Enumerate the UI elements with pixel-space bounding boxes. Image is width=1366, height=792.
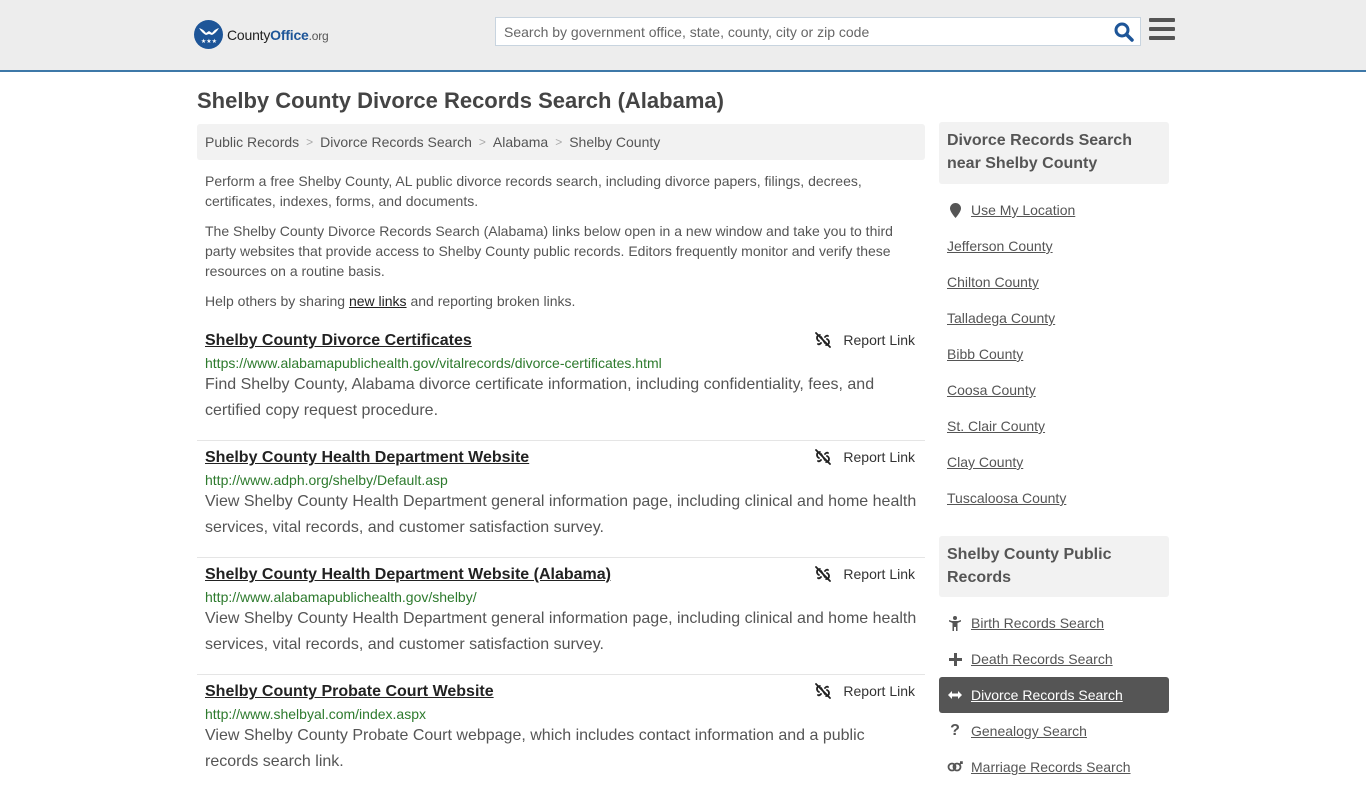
nearby-county-item: St. Clair County bbox=[939, 408, 1169, 444]
result-url: https://www.alabamapublichealth.gov/vita… bbox=[205, 355, 662, 371]
result-title-link[interactable]: Shelby County Probate Court Website bbox=[205, 682, 494, 702]
nearby-county-link[interactable]: Jefferson County bbox=[947, 238, 1053, 254]
public-records-item-death[interactable]: Death Records Search bbox=[939, 641, 1169, 677]
report-link-button[interactable]: Report Link bbox=[815, 449, 915, 465]
nearby-county-item: Chilton County bbox=[939, 264, 1169, 300]
hamburger-menu-icon[interactable] bbox=[1149, 18, 1175, 42]
result-item: Shelby County Health Department Website … bbox=[197, 558, 925, 675]
result-item: Shelby County Divorce Certificates Repor… bbox=[197, 324, 925, 441]
venus-mars-icon bbox=[947, 760, 963, 774]
public-records-item-divorce[interactable]: Divorce Records Search bbox=[939, 677, 1169, 713]
result-item: Shelby County Health Department Website … bbox=[197, 441, 925, 558]
public-records-link[interactable]: Genealogy Search bbox=[971, 723, 1087, 739]
intro-paragraph-2: The Shelby County Divorce Records Search… bbox=[205, 223, 893, 279]
eagle-stars-icon: ★★★ bbox=[194, 20, 223, 49]
nearby-county-link[interactable]: Chilton County bbox=[947, 274, 1039, 290]
search-input[interactable] bbox=[496, 18, 1106, 45]
logo[interactable]: ★★★ CountyOffice.org bbox=[194, 20, 329, 49]
breadcrumb: Public Records > Divorce Records Search … bbox=[197, 124, 925, 160]
breadcrumb-separator: > bbox=[306, 135, 314, 149]
public-records-link[interactable]: Birth Records Search bbox=[971, 615, 1104, 631]
nearby-county-link[interactable]: Tuscaloosa County bbox=[947, 490, 1066, 506]
public-records-list: Birth Records Search Death Records Searc… bbox=[939, 605, 1169, 785]
result-description: Find Shelby County, Alabama divorce cert… bbox=[205, 376, 875, 419]
result-url: http://www.alabamapublichealth.gov/shelb… bbox=[205, 589, 477, 605]
use-my-location: Use My Location bbox=[939, 192, 1169, 228]
intro-paragraph-3: Help others by sharing new links and rep… bbox=[205, 293, 576, 309]
arrows-h-icon bbox=[947, 690, 963, 700]
nearby-county-link[interactable]: Talladega County bbox=[947, 310, 1055, 326]
public-records-heading: Shelby County Public Records bbox=[939, 536, 1169, 597]
question-icon: ? bbox=[950, 722, 960, 739]
result-item: Shelby County Probate Court Website Repo… bbox=[197, 675, 925, 792]
results-list: Shelby County Divorce Certificates Repor… bbox=[197, 324, 925, 792]
search-bar bbox=[495, 17, 1141, 46]
breadcrumb-separator: > bbox=[478, 135, 486, 149]
breadcrumb-divorce-records-search[interactable]: Divorce Records Search bbox=[320, 134, 472, 150]
intro-text: Perform a free Shelby County, AL public … bbox=[205, 171, 917, 321]
report-link-label: Report Link bbox=[843, 566, 915, 582]
nearby-county-item: Jefferson County bbox=[939, 228, 1169, 264]
public-records-item-marriage[interactable]: Marriage Records Search bbox=[939, 749, 1169, 785]
map-marker-icon bbox=[947, 202, 963, 218]
site-header: ★★★ CountyOffice.org bbox=[0, 0, 1366, 72]
breadcrumb-separator: > bbox=[555, 135, 563, 149]
report-link-label: Report Link bbox=[843, 683, 915, 699]
nearby-county-link[interactable]: Clay County bbox=[947, 454, 1023, 470]
logo-text: CountyOffice.org bbox=[227, 26, 329, 43]
broken-link-icon bbox=[815, 332, 832, 348]
public-records-link[interactable]: Divorce Records Search bbox=[971, 687, 1123, 703]
use-my-location-link[interactable]: Use My Location bbox=[971, 202, 1075, 218]
search-icon[interactable] bbox=[1114, 22, 1134, 42]
breadcrumb-public-records[interactable]: Public Records bbox=[205, 134, 299, 150]
public-records-item-birth[interactable]: Birth Records Search bbox=[939, 605, 1169, 641]
new-links-link[interactable]: new links bbox=[349, 293, 407, 309]
result-url: http://www.adph.org/shelby/Default.asp bbox=[205, 472, 448, 488]
nearby-county-item: Coosa County bbox=[939, 372, 1169, 408]
result-title-link[interactable]: Shelby County Health Department Website … bbox=[205, 565, 611, 585]
breadcrumb-alabama[interactable]: Alabama bbox=[493, 134, 548, 150]
report-link-label: Report Link bbox=[843, 449, 915, 465]
plus-icon bbox=[947, 652, 963, 666]
broken-link-icon bbox=[815, 566, 832, 582]
result-description: View Shelby County Probate Court webpage… bbox=[205, 727, 865, 770]
child-icon bbox=[947, 615, 963, 631]
result-title-link[interactable]: Shelby County Health Department Website bbox=[205, 448, 529, 468]
nearby-county-item: Bibb County bbox=[939, 336, 1169, 372]
broken-link-icon bbox=[815, 683, 832, 699]
result-title-link[interactable]: Shelby County Divorce Certificates bbox=[205, 331, 472, 351]
result-description: View Shelby County Health Department gen… bbox=[205, 493, 917, 536]
report-link-button[interactable]: Report Link bbox=[815, 566, 915, 582]
page-title: Shelby County Divorce Records Search (Al… bbox=[197, 88, 724, 113]
report-link-button[interactable]: Report Link bbox=[815, 683, 915, 699]
result-url: http://www.shelbyal.com/index.aspx bbox=[205, 706, 426, 722]
public-records-link[interactable]: Death Records Search bbox=[971, 651, 1113, 667]
svg-text:★★★: ★★★ bbox=[200, 38, 216, 45]
report-link-label: Report Link bbox=[843, 332, 915, 348]
public-records-item-genealogy[interactable]: ? Genealogy Search bbox=[939, 713, 1169, 749]
public-records-link[interactable]: Marriage Records Search bbox=[971, 759, 1131, 775]
report-link-button[interactable]: Report Link bbox=[815, 332, 915, 348]
intro-paragraph-1: Perform a free Shelby County, AL public … bbox=[205, 173, 862, 209]
nearby-list: Use My Location Jefferson County Chilton… bbox=[939, 192, 1169, 516]
broken-link-icon bbox=[815, 449, 832, 465]
nearby-county-item: Clay County bbox=[939, 444, 1169, 480]
nearby-county-item: Tuscaloosa County bbox=[939, 480, 1169, 516]
result-description: View Shelby County Health Department gen… bbox=[205, 610, 917, 653]
nearby-county-link[interactable]: Bibb County bbox=[947, 346, 1023, 362]
nearby-county-link[interactable]: Coosa County bbox=[947, 382, 1036, 398]
nearby-county-link[interactable]: St. Clair County bbox=[947, 418, 1045, 434]
breadcrumb-shelby-county[interactable]: Shelby County bbox=[569, 134, 660, 150]
nearby-heading: Divorce Records Search near Shelby Count… bbox=[939, 122, 1169, 184]
nearby-county-item: Talladega County bbox=[939, 300, 1169, 336]
